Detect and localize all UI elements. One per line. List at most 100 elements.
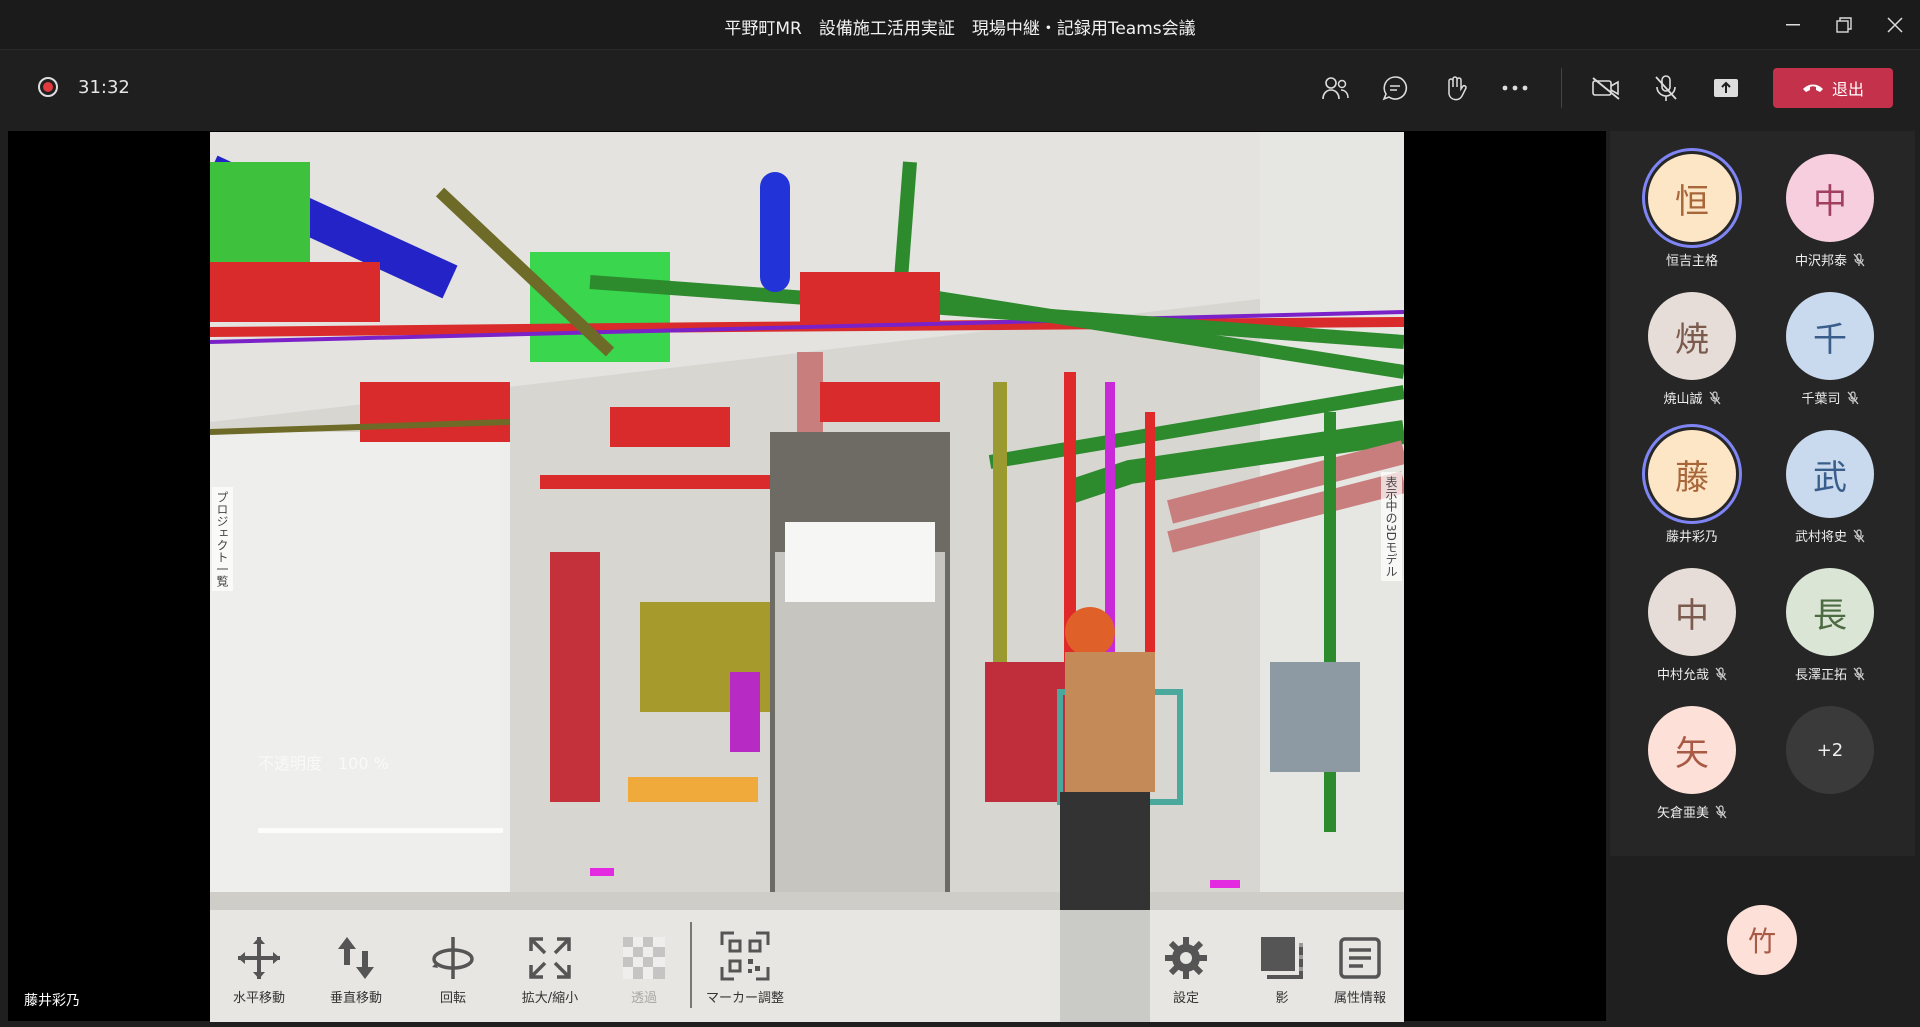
vertical-move-tool[interactable]: 垂直移動: [312, 935, 400, 1006]
minimize-button[interactable]: [1778, 10, 1808, 40]
horizontal-move-label: 水平移動: [232, 991, 285, 1006]
more-actions-button[interactable]: [1497, 70, 1533, 106]
vertical-move-icon: [338, 937, 374, 979]
overflow-participants[interactable]: +2: [1760, 706, 1900, 794]
self-avatar[interactable]: 竹: [1727, 905, 1797, 975]
shadow-label: 影: [1275, 991, 1289, 1006]
marker-adjust-tool[interactable]: マーカー調整: [695, 931, 795, 1006]
rotate-label: 回転: [439, 991, 466, 1006]
call-timer: 31:32: [78, 77, 130, 98]
participant-name-row: 千葉司: [1760, 388, 1900, 407]
horizontal-move-tool[interactable]: 水平移動: [215, 935, 303, 1006]
participant-avatar: 長: [1786, 568, 1874, 656]
participants-button[interactable]: [1317, 70, 1353, 106]
chat-icon: [1382, 76, 1408, 101]
leave-label: 退出: [1831, 80, 1864, 99]
opacity-label: 不透明度 100 %: [258, 754, 389, 773]
rotate-icon: [432, 937, 474, 979]
participant-avatar: 中: [1786, 154, 1874, 242]
participant-name: 恒吉主格: [1665, 254, 1718, 269]
chat-button[interactable]: [1377, 70, 1413, 106]
mr-app-toolbar: 水平移動 垂直移動 回転 拡大/縮小 透過 マーカー調整 設定 影 属性情報: [210, 910, 1404, 1022]
participant-name-row: 矢倉亜美: [1622, 802, 1762, 821]
participant-tile[interactable]: 恒恒吉主格: [1622, 154, 1762, 269]
camera-toggle-button[interactable]: [1588, 70, 1624, 106]
mic-toggle-button[interactable]: [1648, 70, 1684, 106]
vertical-move-label: 垂直移動: [329, 991, 382, 1006]
toolbar-divider: [1561, 68, 1562, 108]
participant-tile[interactable]: 藤藤井彩乃: [1622, 430, 1762, 545]
settings-tool[interactable]: 設定: [1142, 935, 1230, 1006]
opacity-slider[interactable]: [258, 828, 503, 833]
participant-name: 中村允哉: [1656, 668, 1709, 683]
participant-avatar: 恒: [1648, 154, 1736, 242]
transparency-label: 透過: [630, 991, 657, 1006]
participant-tile[interactable]: 千千葉司: [1760, 292, 1900, 407]
more-icon: [1502, 85, 1528, 91]
participant-tile[interactable]: 焼焼山誠: [1622, 292, 1762, 407]
muted-mic-icon: [1715, 666, 1727, 680]
settings-label: 設定: [1172, 991, 1199, 1006]
participant-name: 中沢邦泰: [1794, 254, 1847, 269]
attributes-label: 属性情報: [1333, 991, 1386, 1006]
mr-scene-image: [210, 132, 1404, 1022]
participant-avatar: 焼: [1648, 292, 1736, 380]
muted-mic-icon: [1853, 528, 1865, 542]
muted-mic-icon: [1847, 390, 1858, 404]
hang-up-icon: [1802, 84, 1823, 92]
participant-tile[interactable]: 武武村将史: [1760, 430, 1900, 545]
participant-name-row: 恒吉主格: [1622, 250, 1762, 269]
scale-tool[interactable]: 拡大/縮小: [506, 935, 594, 1006]
participant-tile[interactable]: 長長澤正拓: [1760, 568, 1900, 683]
share-screen-icon: [1714, 79, 1738, 97]
video-speaker-caption: 藤井彩乃: [24, 993, 80, 1009]
title-bar: 平野町MR 設備施工活用実証 現場中継・記録用Teams会議: [0, 0, 1920, 50]
shadow-icon: [1261, 937, 1303, 979]
participant-tile[interactable]: 中中村允哉: [1622, 568, 1762, 683]
participant-tile[interactable]: 中中沢邦泰: [1760, 154, 1900, 269]
restore-button[interactable]: [1829, 10, 1859, 40]
shared-video-feed: プロジェクト一覧 表示中の3Dモデル 不透明度 100 % 水平移動 垂直移動 …: [210, 132, 1404, 1022]
transparency-tool[interactable]: 透過: [600, 935, 688, 1006]
window-title: 平野町MR 設備施工活用実証 現場中継・記録用Teams会議: [724, 19, 1196, 39]
participant-name-row: 中沢邦泰: [1760, 250, 1900, 269]
participant-name: 武村将史: [1794, 530, 1847, 545]
muted-mic-icon: [1709, 390, 1720, 404]
marker-adjust-label: マーカー調整: [705, 991, 784, 1006]
transparency-icon: [623, 937, 665, 979]
qr-icon: [720, 931, 770, 981]
muted-mic-icon: [1853, 252, 1865, 266]
people-icon: [1322, 77, 1349, 100]
rotate-tool[interactable]: 回転: [409, 935, 497, 1006]
participant-name-row: 長澤正拓: [1760, 664, 1900, 683]
participant-tile[interactable]: 矢矢倉亜美: [1622, 706, 1762, 821]
project-list-tab[interactable]: プロジェクト一覧: [212, 487, 233, 591]
tool-divider: [690, 922, 692, 1008]
participant-avatar: 中: [1648, 568, 1736, 656]
move-icon: [238, 937, 280, 979]
close-window-button[interactable]: [1880, 10, 1910, 40]
leave-button[interactable]: 退出: [1773, 68, 1893, 108]
participant-name-row: 焼山誠: [1622, 388, 1762, 407]
participant-avatar: 武: [1786, 430, 1874, 518]
participant-avatar: 千: [1786, 292, 1874, 380]
shadow-tool[interactable]: 影: [1238, 935, 1326, 1006]
participant-name: 千葉司: [1801, 392, 1841, 407]
participant-name: 藤井彩乃: [1665, 530, 1718, 545]
displayed-model-tab[interactable]: 表示中の3Dモデル: [1381, 472, 1402, 581]
participant-avatar: 矢: [1648, 706, 1736, 794]
share-screen-button[interactable]: [1708, 70, 1744, 106]
participant-name: 矢倉亜美: [1656, 806, 1709, 821]
participant-name-row: 藤井彩乃: [1622, 526, 1762, 545]
scale-icon: [529, 937, 571, 979]
participant-name-row: 中村允哉: [1622, 664, 1762, 683]
participant-name: 長澤正拓: [1794, 668, 1847, 683]
participant-avatar: 藤: [1648, 430, 1736, 518]
attributes-icon: [1339, 937, 1381, 979]
reactions-button[interactable]: [1437, 70, 1473, 106]
muted-mic-icon: [1715, 804, 1727, 818]
attributes-tool[interactable]: 属性情報: [1316, 935, 1404, 1006]
participant-name-row: 武村将史: [1760, 526, 1900, 545]
meeting-toolbar: [0, 50, 1920, 130]
overflow-count: +2: [1786, 706, 1874, 794]
